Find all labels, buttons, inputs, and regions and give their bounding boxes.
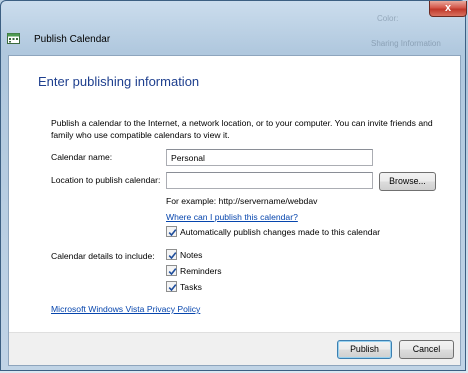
tasks-label: Tasks (180, 281, 202, 292)
dialog-heading: Enter publishing information (38, 74, 200, 89)
close-icon: x (444, 2, 452, 14)
calendar-name-input[interactable]: Personal (166, 149, 373, 166)
checkmark-icon (168, 268, 177, 276)
reminders-label: Reminders (180, 265, 222, 276)
location-label: Location to publish calendar: (51, 175, 161, 185)
cancel-button[interactable]: Cancel (399, 340, 454, 359)
intro-text: Publish a calendar to the Internet, a ne… (51, 118, 433, 140)
tasks-row[interactable]: Tasks (166, 281, 202, 292)
dialog-body: Enter publishing information Publish a c… (8, 55, 461, 366)
calendar-name-label: Calendar name: (51, 152, 113, 162)
close-button[interactable]: x (429, 1, 467, 17)
calendar-icon (7, 33, 20, 44)
publish-button[interactable]: Publish (337, 340, 392, 359)
background-sharing-label: Sharing Information (371, 39, 441, 48)
window-frame: Color: Sharing Information Publish Calen… (0, 0, 467, 371)
checkmark-icon (168, 229, 177, 237)
auto-publish-label: Automatically publish changes made to th… (180, 226, 381, 237)
background-color-label: Color: (377, 14, 399, 23)
browse-button[interactable]: Browse... (379, 172, 436, 191)
dialog-footer: Publish Cancel (9, 332, 460, 365)
notes-checkbox[interactable] (166, 249, 177, 260)
window-title: Publish Calendar (34, 34, 111, 45)
checkmark-icon (168, 252, 177, 260)
tasks-checkbox[interactable] (166, 281, 177, 292)
example-text: For example: http://servername/webdav (166, 196, 318, 206)
notes-label: Notes (180, 249, 203, 260)
notes-row[interactable]: Notes (166, 249, 202, 260)
where-to-publish-link[interactable]: Where can I publish this calendar? (166, 212, 298, 222)
auto-publish-row[interactable]: Automatically publish changes made to th… (166, 226, 380, 237)
details-label: Calendar details to include: (51, 251, 155, 261)
privacy-policy-link[interactable]: Microsoft Windows Vista Privacy Policy (51, 304, 200, 314)
checkmark-icon (168, 284, 177, 292)
reminders-checkbox[interactable] (166, 265, 177, 276)
auto-publish-checkbox[interactable] (166, 226, 177, 237)
reminders-row[interactable]: Reminders (166, 265, 222, 276)
location-input[interactable] (166, 172, 373, 189)
